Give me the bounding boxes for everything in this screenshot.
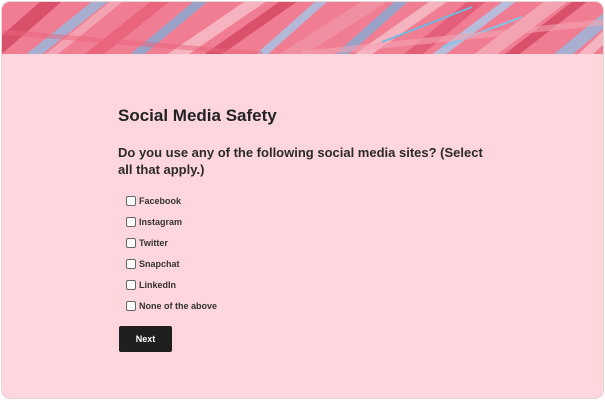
- option-twitter[interactable]: Twitter: [126, 232, 518, 253]
- option-label: Twitter: [139, 237, 168, 248]
- none-of-the-above-checkbox[interactable]: [126, 300, 136, 311]
- option-label: LinkedIn: [139, 279, 177, 290]
- linkedin-checkbox[interactable]: [126, 279, 136, 290]
- survey-content: Social Media Safety Do you use any of th…: [118, 106, 518, 352]
- option-label: Facebook: [139, 195, 182, 206]
- header-banner: [2, 2, 603, 54]
- snapchat-checkbox[interactable]: [126, 258, 136, 269]
- option-instagram[interactable]: Instagram: [126, 211, 518, 232]
- instagram-checkbox[interactable]: [126, 216, 136, 227]
- question-text: Do you use any of the following social m…: [118, 145, 483, 177]
- banner-pattern-image: [2, 2, 603, 54]
- answer-options: Facebook Instagram Twitter Snapchat Link…: [118, 190, 518, 316]
- option-linkedin[interactable]: LinkedIn: [126, 274, 518, 295]
- option-label: None of the above: [139, 300, 218, 311]
- option-label: Instagram: [139, 216, 183, 227]
- survey-title: Social Media Safety: [118, 106, 277, 125]
- facebook-checkbox[interactable]: [126, 195, 136, 206]
- option-none-of-the-above[interactable]: None of the above: [126, 295, 518, 316]
- option-facebook[interactable]: Facebook: [126, 190, 518, 211]
- survey-window: Social Media Safety Do you use any of th…: [1, 1, 604, 399]
- twitter-checkbox[interactable]: [126, 237, 136, 248]
- next-button[interactable]: Next: [119, 326, 172, 352]
- option-snapchat[interactable]: Snapchat: [126, 253, 518, 274]
- option-label: Snapchat: [139, 258, 180, 269]
